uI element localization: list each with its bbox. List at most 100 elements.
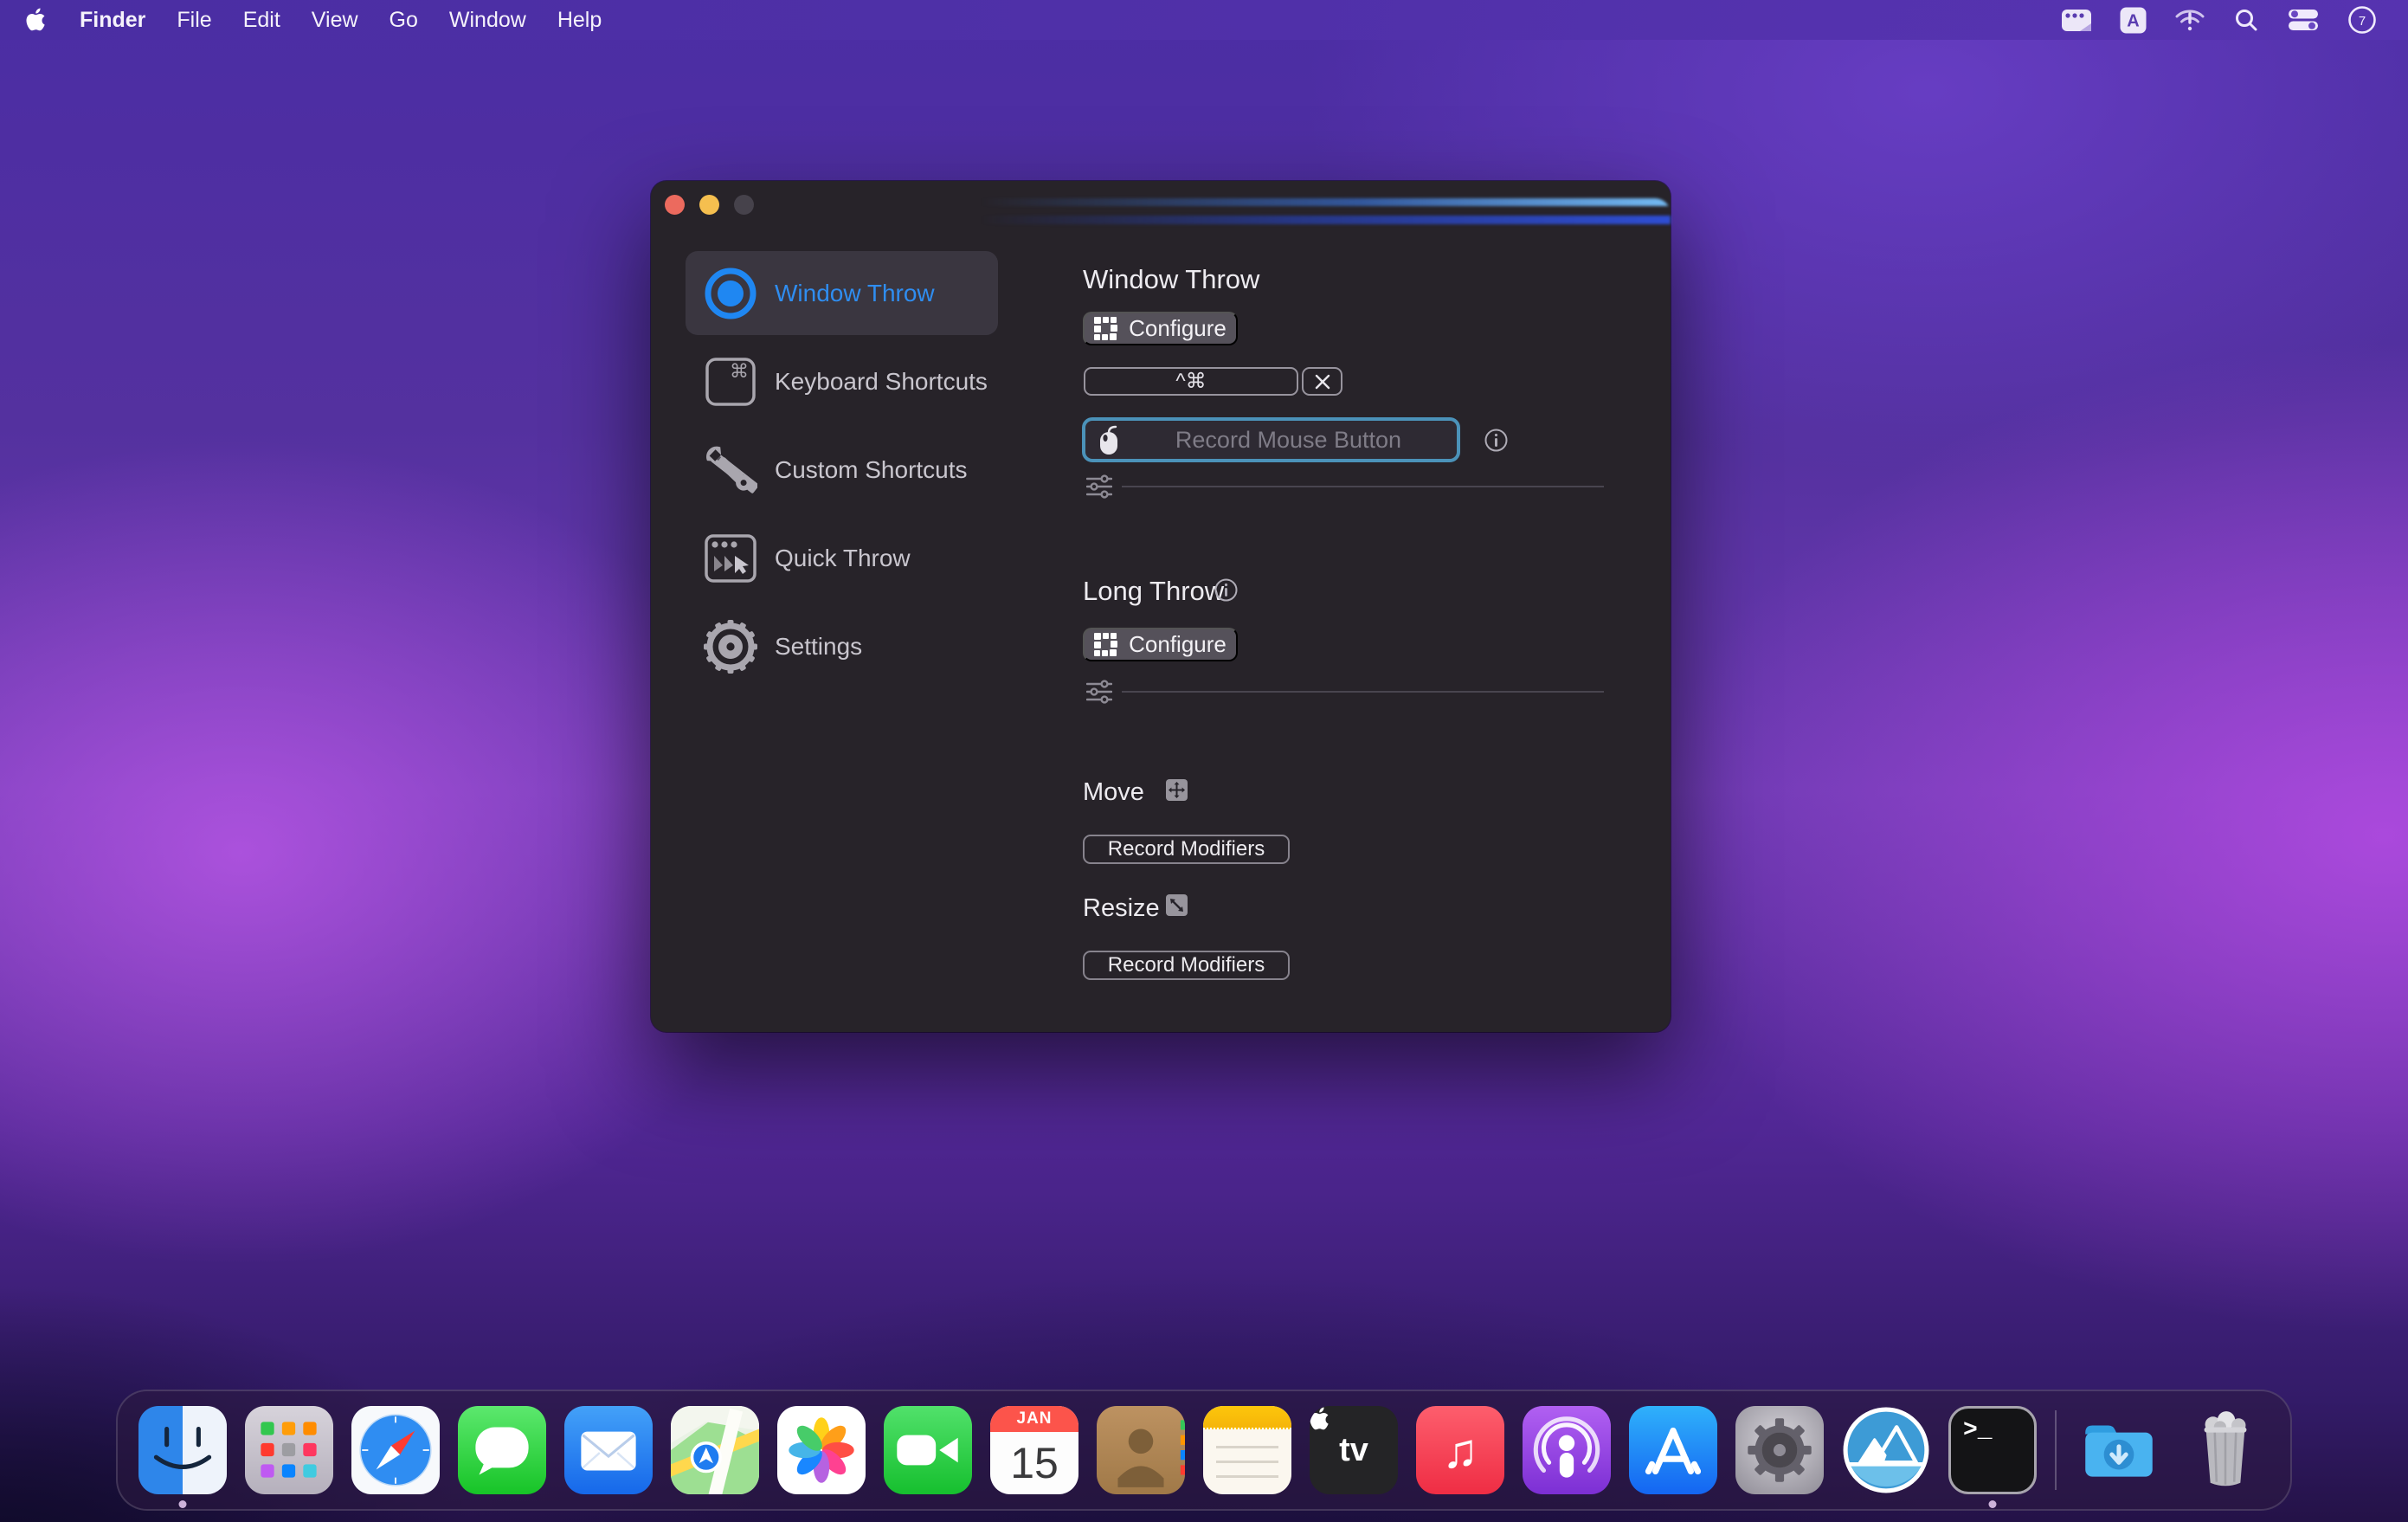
dock-item-contacts[interactable]	[1097, 1406, 1185, 1494]
facetime-icon	[884, 1406, 972, 1494]
resize-label: Resize	[1083, 894, 1160, 923]
desktop-wallpaper: Finder File Edit View Go Window Help	[0, 0, 2408, 1522]
grid-icon	[1094, 633, 1117, 656]
window-throw-configure-button[interactable]: Configure	[1083, 312, 1238, 345]
close-button[interactable]	[665, 195, 685, 215]
app-window: Window Throw ⌘ Keyboard Shortcuts	[651, 181, 1671, 1032]
svg-text:⌘: ⌘	[730, 361, 749, 383]
contacts-icon	[1097, 1406, 1185, 1494]
menu-view[interactable]: View	[312, 8, 358, 33]
dock-item-music[interactable]: ♫	[1416, 1406, 1504, 1494]
long-throw-title: Long Throw	[1083, 576, 1224, 607]
system-preferences-gear-icon	[1735, 1406, 1824, 1494]
dock-item-calendar[interactable]: JAN 15	[990, 1406, 1078, 1494]
dock-item-mountain-app[interactable]	[1842, 1406, 1930, 1494]
sidebar-item-quick-throw[interactable]: Quick Throw	[686, 516, 998, 600]
clear-shortcut-button[interactable]	[1302, 367, 1342, 396]
music-note-icon: ♫	[1442, 1422, 1478, 1479]
spotlight-icon[interactable]	[2233, 7, 2259, 33]
messages-icon	[458, 1406, 546, 1494]
shortcut-value: ^⌘	[1175, 369, 1206, 394]
dock-item-photos[interactable]	[777, 1406, 866, 1494]
resize-icon	[1166, 894, 1188, 916]
dock-item-facetime[interactable]	[884, 1406, 972, 1494]
window-throw-icon	[701, 266, 759, 321]
dock-item-safari[interactable]	[351, 1406, 440, 1494]
grid-icon	[1094, 317, 1117, 340]
dock-item-trash[interactable]	[2181, 1406, 2270, 1494]
close-x-icon	[1315, 374, 1330, 390]
decorative-blue-streak	[980, 198, 1671, 224]
dock-item-messages[interactable]	[458, 1406, 546, 1494]
divider	[1122, 486, 1604, 487]
appletv-label: tv	[1339, 1432, 1368, 1469]
window-titlebar[interactable]	[651, 181, 1671, 233]
minimize-button[interactable]	[699, 195, 719, 215]
control-center-icon[interactable]	[2287, 9, 2320, 31]
menu-window[interactable]: Window	[449, 8, 526, 33]
move-record-modifiers-button[interactable]: Record Modifiers	[1083, 835, 1290, 864]
input-source-icon[interactable]: A	[2120, 7, 2147, 34]
menu-help[interactable]: Help	[557, 8, 602, 33]
dock-item-system-preferences[interactable]	[1735, 1406, 1824, 1494]
long-throw-info-button[interactable]	[1214, 578, 1238, 606]
window-throw-shortcut-field[interactable]: ^⌘	[1084, 367, 1298, 396]
svg-text:A: A	[2127, 11, 2139, 30]
menubar: Finder File Edit View Go Window Help	[0, 0, 2408, 40]
record-mouse-button-field[interactable]: Record Mouse Button	[1082, 417, 1460, 462]
settings-gear-icon	[701, 620, 759, 674]
resize-record-modifiers-button[interactable]: Record Modifiers	[1083, 951, 1290, 980]
apple-menu-icon[interactable]	[26, 7, 48, 33]
keyboard-shortcuts-icon: ⌘	[701, 357, 759, 407]
menu-edit[interactable]: Edit	[243, 8, 280, 33]
dock-item-terminal[interactable]: >_	[1948, 1406, 2037, 1494]
mountain-app-icon	[1842, 1406, 1930, 1494]
menu-file[interactable]: File	[177, 8, 211, 33]
dock-item-finder[interactable]	[138, 1406, 227, 1494]
podcasts-icon	[1523, 1406, 1611, 1494]
apple-logo-icon	[1310, 1406, 1332, 1432]
app-window-menubar-icon[interactable]	[2061, 9, 2092, 32]
dock-item-podcasts[interactable]	[1523, 1406, 1611, 1494]
sidebar-item-keyboard-shortcuts[interactable]: ⌘ Keyboard Shortcuts	[686, 339, 998, 423]
dock-item-launchpad[interactable]	[245, 1406, 333, 1494]
long-throw-options-button[interactable]	[1086, 679, 1112, 709]
terminal-prompt-glyph: >_	[1963, 1417, 1993, 1444]
record-mouse-placeholder: Record Mouse Button	[1120, 427, 1457, 454]
appstore-icon	[1629, 1406, 1717, 1494]
running-indicator	[179, 1500, 187, 1508]
sidebar-item-window-throw[interactable]: Window Throw	[686, 251, 998, 335]
zoom-button[interactable]	[734, 195, 754, 215]
sidebar-item-custom-shortcuts[interactable]: Custom Shortcuts	[686, 428, 998, 512]
menubar-app-name[interactable]: Finder	[80, 8, 145, 33]
wifi-alert-icon[interactable]	[2174, 7, 2205, 33]
long-throw-configure-button[interactable]: Configure	[1083, 628, 1238, 661]
safari-icon	[351, 1406, 440, 1494]
window-throw-options-button[interactable]	[1086, 474, 1112, 504]
mouse-info-button[interactable]	[1484, 429, 1508, 456]
running-indicator	[1989, 1500, 1997, 1508]
launchpad-icon	[245, 1406, 333, 1494]
window-throw-title: Window Throw	[1083, 264, 1259, 295]
photos-icon	[777, 1406, 866, 1494]
divider	[1122, 691, 1604, 693]
dock: JAN 15	[116, 1390, 2292, 1511]
dock-item-mail[interactable]	[564, 1406, 653, 1494]
maps-icon	[671, 1406, 759, 1494]
calendar-month: JAN	[990, 1406, 1078, 1432]
mouse-icon	[1098, 424, 1120, 455]
downloads-folder-icon	[2075, 1406, 2163, 1494]
menu-go[interactable]: Go	[390, 8, 418, 33]
sidebar-item-settings[interactable]: Settings	[686, 604, 998, 688]
dock-item-maps[interactable]	[671, 1406, 759, 1494]
dock-item-downloads[interactable]	[2075, 1406, 2163, 1494]
mail-icon	[564, 1406, 653, 1494]
custom-shortcuts-icon	[701, 443, 759, 497]
finder-icon	[138, 1406, 227, 1494]
dock-item-appletv[interactable]: tv	[1310, 1406, 1398, 1494]
move-icon	[1166, 779, 1188, 801]
dock-item-notes[interactable]	[1203, 1406, 1291, 1494]
clock-7-icon[interactable]: 7	[2347, 5, 2377, 35]
calendar-day: 15	[990, 1432, 1078, 1494]
dock-item-appstore[interactable]	[1629, 1406, 1717, 1494]
